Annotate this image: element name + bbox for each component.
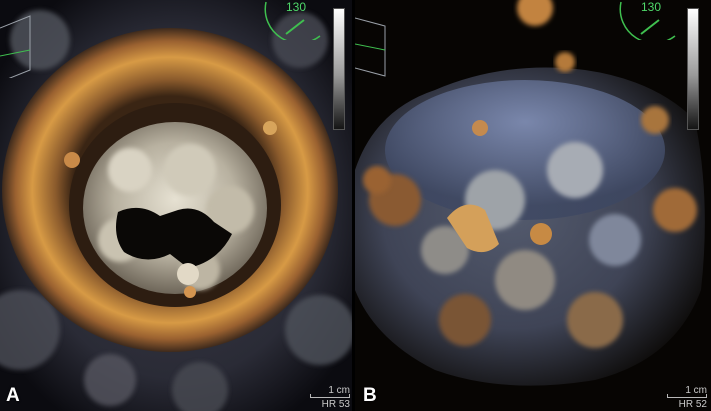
rotation-angle-label: 130 — [285, 0, 307, 14]
rotation-angle-label: 130 — [640, 0, 662, 14]
grayscale-bar — [687, 8, 699, 130]
heart-rate-label: HR 53 — [321, 399, 350, 410]
scale-bar — [667, 394, 707, 398]
grayscale-bar — [333, 8, 345, 130]
rotation-angle-gauge: 130 — [264, 0, 322, 40]
orientation-cube-icon — [0, 10, 36, 83]
heart-rate-label: HR 52 — [678, 399, 707, 410]
scale-label: 1 cm — [685, 385, 707, 396]
orientation-cube-icon — [355, 10, 391, 78]
echo-3d-render-a — [0, 0, 352, 411]
echo-panel-a: 130 A 1 cm HR 53 — [0, 0, 352, 411]
echo-panel-b: 130 B 1 cm HR 52 — [355, 0, 711, 411]
scale-bar — [310, 394, 350, 398]
panel-letter-a: A — [6, 385, 20, 406]
scale-legend-b: 1 cm HR 52 — [655, 385, 707, 410]
echo-3d-render-b — [355, 0, 711, 411]
panel-letter-b: B — [363, 385, 377, 406]
scale-legend-a: 1 cm HR 53 — [298, 385, 350, 410]
scale-label: 1 cm — [328, 385, 350, 396]
rotation-angle-gauge: 130 — [619, 0, 677, 40]
